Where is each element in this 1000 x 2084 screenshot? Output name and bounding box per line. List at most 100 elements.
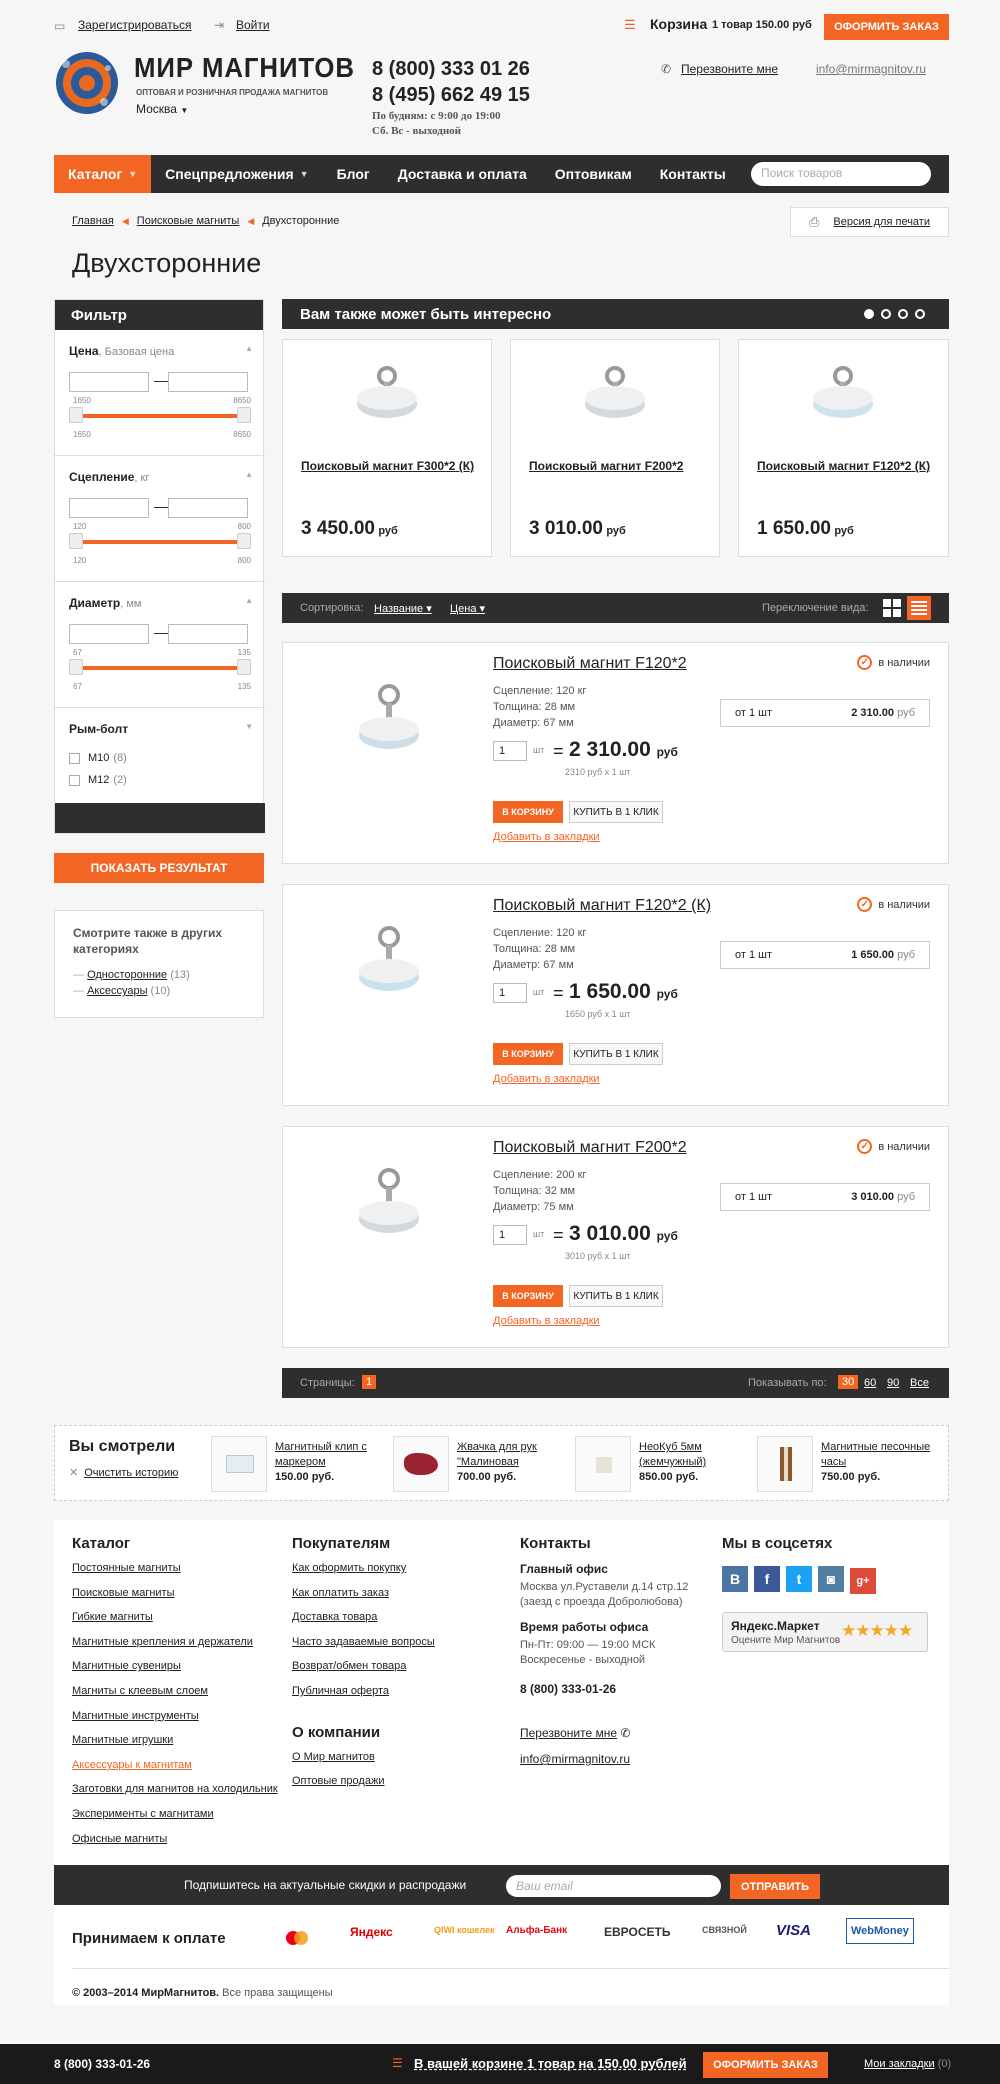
footer-link-active[interactable]: Аксессуары к магнитам: [72, 1759, 278, 1784]
card-name[interactable]: Поисковый магнит F120*2 (К): [757, 458, 937, 475]
bottom-cart-summary[interactable]: В вашей корзине 1 товар на 150.00 рублей: [414, 2056, 687, 2071]
slider-handle-min[interactable]: [69, 659, 83, 675]
viewed-thumb[interactable]: [757, 1436, 813, 1492]
vk-icon[interactable]: В: [722, 1566, 748, 1592]
product-name[interactable]: Поисковый магнит F120*2: [493, 655, 687, 673]
footer-link[interactable]: Поисковые магниты: [72, 1587, 278, 1612]
footer-link[interactable]: Как оформить покупку: [292, 1562, 435, 1587]
one-click-button[interactable]: Купить в 1 клик: [569, 801, 663, 823]
checkbox-m10[interactable]: М10 (8): [69, 752, 127, 764]
footer-phone[interactable]: 8 (800) 333-01-26: [520, 1682, 700, 1696]
carousel-dot[interactable]: [915, 309, 925, 319]
viewed-item[interactable]: НеоКуб 5мм (жемчужный) 850.00 руб.: [639, 1440, 749, 1485]
nav-delivery[interactable]: Доставка и оплата: [384, 155, 541, 193]
show-results-button[interactable]: ПОКАЗАТЬ РЕЗУЛЬТАТ: [54, 853, 264, 883]
checkbox[interactable]: [69, 774, 80, 786]
footer-link[interactable]: Эксперименты с магнитами: [72, 1808, 278, 1833]
yandex-market-badge[interactable]: Яндекс.Маркет Оцените Мир Магнитов ★★★★★: [722, 1612, 928, 1652]
checkbox-m12[interactable]: М12 (2): [69, 774, 127, 786]
login-link[interactable]: Войти: [236, 18, 270, 32]
product-name[interactable]: Поисковый магнит F120*2 (К): [493, 897, 711, 915]
add-to-cart-button[interactable]: В КОРЗИНУ: [493, 801, 563, 823]
footer-email[interactable]: info@mirmagnitov.ru: [520, 1752, 700, 1766]
price-min-input[interactable]: [69, 372, 149, 392]
nav-contacts[interactable]: Контакты: [646, 155, 740, 193]
list-view-icon[interactable]: [907, 596, 931, 620]
footer-link[interactable]: Магнитные игрушки: [72, 1734, 278, 1759]
nav-catalog[interactable]: Каталог ▼: [54, 155, 152, 193]
card-name[interactable]: Поисковый магнит F200*2: [529, 458, 709, 475]
nav-blog[interactable]: Блог: [323, 155, 384, 193]
slider-handle-max[interactable]: [237, 407, 251, 423]
footer-link[interactable]: О Мир магнитов: [292, 1751, 435, 1776]
search-input[interactable]: Поиск товаров: [751, 162, 931, 186]
footer-link[interactable]: Заготовки для магнитов на холодильник: [72, 1783, 278, 1808]
diameter-max-input[interactable]: [168, 624, 248, 644]
footer-link[interactable]: Офисные магниты: [72, 1833, 278, 1858]
one-click-button[interactable]: Купить в 1 клик: [569, 1043, 663, 1065]
bookmark-link[interactable]: Добавить в закладки: [493, 831, 600, 843]
clear-history[interactable]: ✕ Очистить историю: [69, 1466, 178, 1479]
slider-handle-max[interactable]: [237, 533, 251, 549]
footer-link[interactable]: Доставка товара: [292, 1611, 435, 1636]
bottom-order-button[interactable]: ОФОРМИТЬ ЗАКАЗ: [703, 2052, 828, 2078]
footer-link[interactable]: Магниты с клеевым слоем: [72, 1685, 278, 1710]
slider-handle-min[interactable]: [69, 533, 83, 549]
instagram-icon[interactable]: ◙: [818, 1566, 844, 1592]
phone-2[interactable]: 8 (495) 662 49 15: [372, 84, 530, 107]
footer-link[interactable]: Оптовые продажи: [292, 1775, 435, 1800]
one-click-button[interactable]: Купить в 1 клик: [569, 1285, 663, 1307]
magnet-image[interactable]: [579, 364, 653, 424]
viewed-item[interactable]: Магнитный клип с маркером 150.00 руб.: [275, 1440, 385, 1485]
viewed-thumb[interactable]: [211, 1436, 267, 1492]
collapse-icon[interactable]: ▲: [245, 596, 253, 605]
footer-link[interactable]: Возврат/обмен товара: [292, 1660, 435, 1685]
bookmark-link[interactable]: Добавить в закладки: [493, 1073, 600, 1085]
viewed-item[interactable]: Магнитные песочные часы 750.00 руб.: [821, 1440, 931, 1485]
per-page-all[interactable]: Все: [910, 1377, 929, 1389]
per-page-30[interactable]: 30: [838, 1375, 859, 1389]
quantity-input[interactable]: 1: [493, 741, 527, 761]
per-page-60[interactable]: 60: [864, 1377, 876, 1389]
twitter-icon[interactable]: t: [786, 1566, 812, 1592]
footer-link[interactable]: Публичная оферта: [292, 1685, 435, 1710]
google-plus-icon[interactable]: g+: [850, 1568, 876, 1594]
footer-link[interactable]: Гибкие магниты: [72, 1611, 278, 1636]
cart-summary[interactable]: 1 товар 150.00 руб: [712, 19, 812, 31]
subscribe-email-input[interactable]: Ваш email: [506, 1875, 721, 1897]
facebook-icon[interactable]: f: [754, 1566, 780, 1592]
bookmarks-link[interactable]: Мои закладки (0): [864, 2058, 951, 2070]
bottom-phone[interactable]: 8 (800) 333-01-26: [54, 2057, 150, 2071]
add-to-cart-button[interactable]: В КОРЗИНУ: [493, 1043, 563, 1065]
carousel-dot-active[interactable]: [864, 309, 874, 319]
interesting-card[interactable]: Поисковый магнит F200*2 3 010.00 руб: [510, 339, 720, 557]
footer-link[interactable]: Как оплатить заказ: [292, 1587, 435, 1612]
collapse-icon[interactable]: ▲: [245, 344, 253, 353]
magnet-image[interactable]: [807, 364, 881, 424]
sort-by-name[interactable]: Название ▾: [374, 602, 432, 615]
nav-wholesale[interactable]: Оптовикам: [541, 155, 646, 193]
carousel-dot[interactable]: [881, 309, 891, 319]
magnet-image[interactable]: [353, 923, 427, 1003]
footer-link[interactable]: Магнитные сувениры: [72, 1660, 278, 1685]
carousel-dot[interactable]: [898, 309, 908, 319]
phone-1[interactable]: 8 (800) 333 01 26: [372, 58, 530, 81]
page-1[interactable]: 1: [362, 1375, 377, 1389]
collapse-icon[interactable]: ▲: [245, 470, 253, 479]
magnet-image[interactable]: [351, 364, 425, 424]
nav-specials[interactable]: Спецпредложения ▼: [151, 155, 322, 193]
cart-label[interactable]: Корзина: [650, 16, 707, 32]
viewed-item[interactable]: Жвачка для рук "Малиновая 700.00 руб.: [457, 1440, 567, 1485]
checkbox[interactable]: [69, 752, 80, 764]
magnet-image[interactable]: [353, 681, 427, 761]
breadcrumb-home[interactable]: Главная: [72, 215, 114, 227]
grip-max-input[interactable]: [168, 498, 248, 518]
footer-link[interactable]: Магнитные крепления и держатели: [72, 1636, 278, 1661]
see-also-link[interactable]: Односторонние: [87, 969, 167, 981]
subscribe-button[interactable]: ОТПРАВИТЬ: [730, 1874, 820, 1899]
order-button[interactable]: ОФОРМИТЬ ЗАКАЗ: [824, 14, 949, 40]
collapse-icon[interactable]: ▼: [245, 722, 253, 731]
footer-callback[interactable]: Перезвоните мне ✆: [520, 1726, 700, 1740]
interesting-card[interactable]: Поисковый магнит F120*2 (К) 1 650.00 руб: [738, 339, 949, 557]
card-name[interactable]: Поисковый магнит F300*2 (К): [301, 458, 481, 475]
